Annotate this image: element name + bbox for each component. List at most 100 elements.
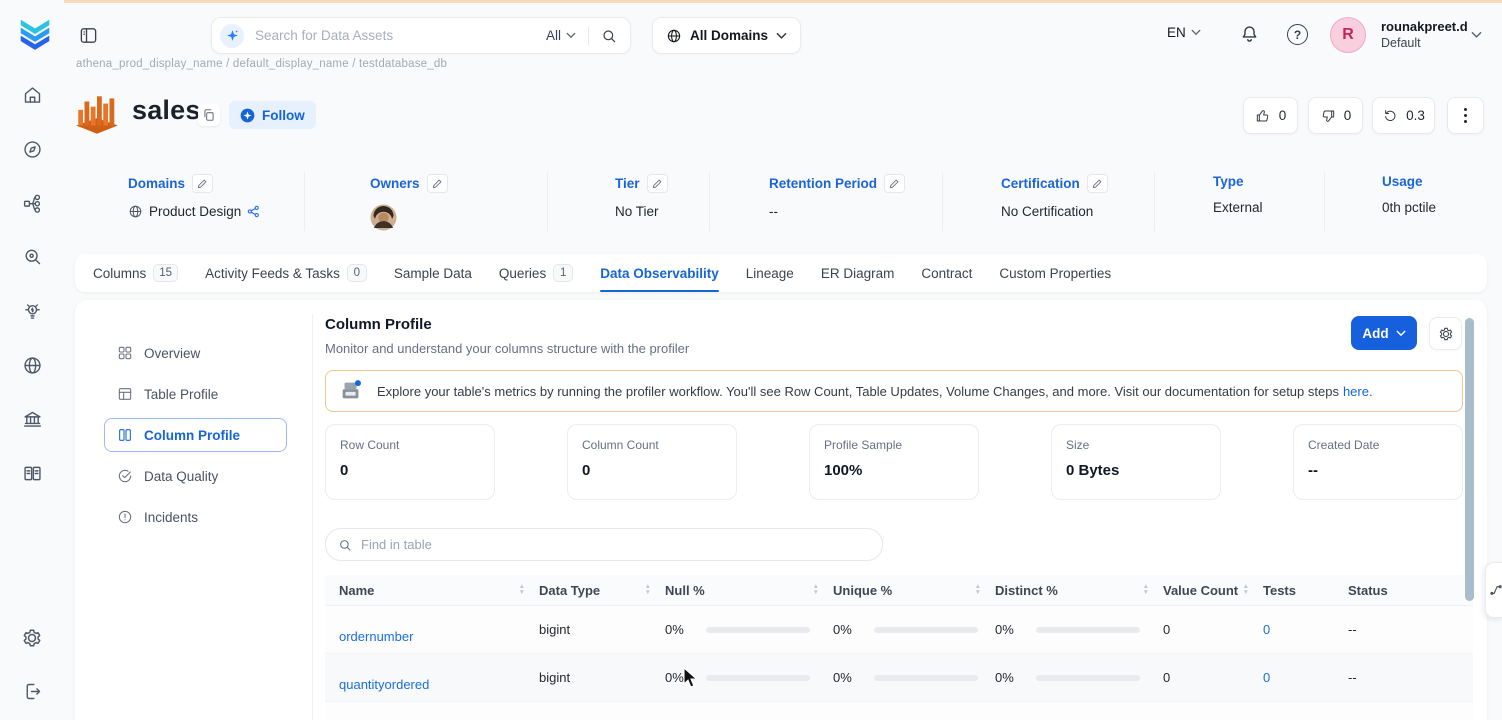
thumbs-down-icon: [1320, 108, 1336, 124]
stat-card-created-date: Created Date--: [1293, 424, 1463, 500]
tab-label: Sample Data: [394, 266, 472, 281]
version-history-button[interactable]: 0.3: [1372, 97, 1435, 134]
tab-label: ER Diagram: [821, 266, 895, 281]
profiler-settings-gear-icon[interactable]: [1429, 317, 1462, 350]
avatar[interactable]: R: [1330, 17, 1366, 53]
more-options-kebab-icon[interactable]: [1447, 97, 1484, 134]
copy-icon[interactable]: [198, 104, 220, 126]
column-header-null-[interactable]: Null % ▲▼: [665, 583, 833, 598]
column-header-label: Null %: [665, 583, 705, 598]
all-domains-dropdown[interactable]: All Domains: [652, 17, 801, 54]
owner-avatar[interactable]: [370, 204, 397, 231]
column-header-distinct-[interactable]: Distinct %▲▼: [995, 583, 1163, 598]
subnav-incidents[interactable]: Incidents: [104, 500, 287, 534]
column-header-name[interactable]: Name ▲▼: [339, 583, 539, 598]
search-scope-dropdown[interactable]: All: [546, 28, 576, 43]
metadata-usage: Usage 0th pctile: [1325, 172, 1487, 231]
sort-icon[interactable]: ▲▼: [813, 584, 819, 596]
glossary-book-icon[interactable]: [21, 462, 43, 484]
edit-pencil-icon[interactable]: [1087, 174, 1108, 193]
column-header-unique-[interactable]: Unique %▲▼: [833, 583, 995, 598]
upvote-button[interactable]: 0: [1243, 97, 1298, 134]
domains-globe-icon[interactable]: [21, 354, 43, 376]
find-in-table[interactable]: [325, 528, 883, 561]
logout-icon[interactable]: [21, 680, 43, 702]
vertical-scrollbar[interactable]: [1465, 318, 1474, 601]
cell-status: --: [1348, 670, 1468, 685]
tab-custom-properties[interactable]: Custom Properties: [999, 254, 1111, 292]
sort-icon[interactable]: ▲▼: [1243, 584, 1249, 596]
tests-link[interactable]: 0: [1263, 622, 1270, 637]
tab-er-diagram[interactable]: ER Diagram: [821, 254, 895, 292]
tab-columns[interactable]: Columns15: [93, 254, 178, 292]
sort-icon[interactable]: ▲▼: [1143, 584, 1149, 596]
subnav-overview[interactable]: Overview: [104, 336, 287, 370]
column-name-link[interactable]: ordernumber: [339, 629, 413, 644]
edit-pencil-icon[interactable]: [884, 174, 905, 193]
column-header-data-type[interactable]: Data Type▲▼: [539, 583, 665, 598]
language-dropdown[interactable]: EN: [1167, 25, 1201, 40]
home-icon[interactable]: [21, 84, 43, 106]
explore-compass-icon[interactable]: [21, 138, 43, 160]
help-icon[interactable]: ?: [1287, 24, 1308, 45]
user-menu-chevron-icon[interactable]: [1471, 31, 1482, 39]
cell-status: --: [1348, 622, 1468, 637]
subnav-table-profile[interactable]: Table Profile: [104, 377, 287, 411]
column-name-link[interactable]: quantityordered: [339, 677, 429, 692]
search-input[interactable]: [255, 28, 546, 43]
domain-link-icon[interactable]: [247, 205, 260, 218]
govern-bank-icon[interactable]: [21, 408, 43, 430]
athena-table-icon: [72, 89, 122, 139]
sidebar-toggle-icon[interactable]: [79, 26, 98, 45]
user-team: Default: [1381, 35, 1468, 52]
add-button[interactable]: Add: [1351, 316, 1417, 350]
tab-queries[interactable]: Queries1: [499, 254, 573, 292]
downvote-button[interactable]: 0: [1308, 97, 1363, 134]
tab-contract[interactable]: Contract: [921, 254, 972, 292]
column-header-value-count[interactable]: Value Count▲▼: [1163, 583, 1263, 598]
tab-lineage[interactable]: Lineage: [746, 254, 794, 292]
profiler-info-banner: Explore your table's metrics by running …: [325, 370, 1463, 412]
settings-gear-icon[interactable]: [21, 627, 43, 649]
insights-bulb-icon[interactable]: [21, 300, 43, 322]
sort-icon[interactable]: ▲▼: [519, 584, 525, 596]
subnav-column-profile[interactable]: Column Profile: [104, 418, 287, 452]
profiler-workflow-icon: [338, 378, 364, 404]
collapsed-side-panel-handle[interactable]: [1485, 562, 1502, 618]
tests-link[interactable]: 0: [1263, 670, 1270, 685]
tab-activity-feeds-tasks[interactable]: Activity Feeds & Tasks0: [205, 254, 367, 292]
tab-sample-data[interactable]: Sample Data: [394, 254, 472, 292]
domain-value[interactable]: Product Design: [149, 204, 241, 219]
metadata-domains: Domains Product Design: [75, 172, 305, 231]
discovery-search-icon[interactable]: [21, 246, 43, 268]
follow-button[interactable]: Follow: [229, 101, 316, 129]
notifications-bell-icon[interactable]: [1239, 24, 1260, 45]
sort-icon[interactable]: ▲▼: [975, 584, 981, 596]
edit-pencil-icon[interactable]: [647, 174, 668, 193]
search-icon[interactable]: [601, 28, 617, 44]
banner-here-link[interactable]: here.: [1343, 384, 1373, 399]
page-title: sales: [132, 95, 201, 126]
subnav-data-quality[interactable]: Data Quality: [104, 459, 287, 493]
stat-card-size: Size0 Bytes: [1051, 424, 1221, 500]
cell-null-pct: 0%: [665, 670, 833, 685]
ai-sparkle-icon[interactable]: [220, 24, 244, 48]
section-subtitle: Monitor and understand your columns stru…: [325, 341, 689, 356]
edit-pencil-icon[interactable]: [427, 174, 448, 193]
user-menu[interactable]: rounakpreet.d Default: [1381, 18, 1468, 52]
tab-data-observability[interactable]: Data Observability: [600, 254, 719, 292]
breadcrumb[interactable]: athena_prod_display_name / default_displ…: [76, 58, 447, 70]
table-row: ordernumberbigint0%0%0%00--: [325, 606, 1473, 654]
column-header-label: Name: [339, 583, 374, 598]
stat-value: 0 Bytes: [1066, 462, 1206, 479]
global-search[interactable]: All: [211, 17, 631, 54]
cell-unique-pct: 0%: [833, 622, 995, 637]
edit-pencil-icon[interactable]: [192, 174, 213, 193]
column-profile-table: Name▲▼Data Type▲▼Null %▲▼Unique %▲▼Disti…: [325, 575, 1473, 720]
platform-lineage-icon[interactable]: [21, 192, 43, 214]
sort-icon[interactable]: ▲▼: [645, 584, 651, 596]
stat-value: 0: [340, 462, 480, 479]
banner-text: Explore your table's metrics by running …: [377, 384, 1373, 399]
find-in-table-input[interactable]: [361, 537, 870, 552]
table-row: quantityorderedbigint0%0%0%00--: [325, 654, 1473, 702]
